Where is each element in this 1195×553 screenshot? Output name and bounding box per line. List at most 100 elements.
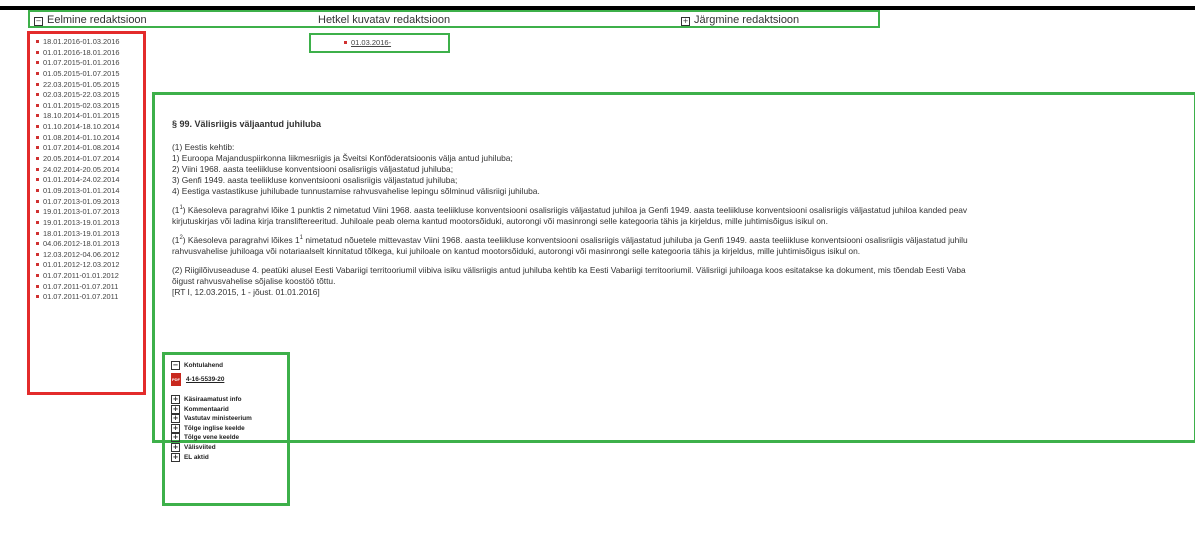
bullet-icon <box>36 93 39 97</box>
side-item-label: Vastutav ministeerium <box>184 415 252 423</box>
bullet-icon <box>36 61 39 65</box>
version-link[interactable]: 01.01.2015-02.03.2015 <box>43 101 119 110</box>
bullet-icon <box>36 103 39 107</box>
version-link[interactable]: 18.01.2013-19.01.2013 <box>43 229 119 238</box>
next-version-label: Järgmine redaktsioon <box>694 14 800 26</box>
version-item[interactable]: 19.01.2013-19.01.2013 <box>36 218 143 229</box>
version-link[interactable]: 01.01.2012-12.03.2012 <box>43 260 119 269</box>
version-navigation: − Eelmine redaktsioon Hetkel kuvatav reda… <box>28 10 880 28</box>
kohtulahend-toggle[interactable]: − Kohtulahend <box>171 361 287 370</box>
version-link[interactable]: 01.01.2014-24.02.2014 <box>43 175 119 184</box>
version-item[interactable]: 20.05.2014-01.07.2014 <box>36 154 143 165</box>
version-link[interactable]: 01.07.2011-01.01.2012 <box>43 271 119 280</box>
paragraph-1-intro: (1) Eestis kehtib: <box>172 142 235 152</box>
side-item[interactable]: + Tõlge vene keelde <box>171 433 287 443</box>
version-item[interactable]: 19.01.2013-01.07.2013 <box>36 207 143 218</box>
version-link[interactable]: 20.05.2014-01.07.2014 <box>43 154 119 163</box>
version-link[interactable]: 18.10.2014-01.01.2015 <box>43 111 119 120</box>
expand-icon: + <box>171 414 180 424</box>
version-link[interactable]: 19.01.2013-01.07.2013 <box>43 207 119 216</box>
version-item[interactable]: 02.03.2015-22.03.2015 <box>36 90 143 101</box>
version-link[interactable]: 01.05.2015-01.07.2015 <box>43 69 119 78</box>
side-item-label: Tõlge inglise keelde <box>184 424 245 432</box>
version-item[interactable]: 12.03.2012-04.06.2012 <box>36 250 143 261</box>
version-link[interactable]: 19.01.2013-19.01.2013 <box>43 218 119 227</box>
paragraph-2-text: õigust rahvusvahelise sõjalise koostöö t… <box>172 276 336 286</box>
bullet-icon <box>36 188 39 192</box>
version-link[interactable]: 12.03.2012-04.06.2012 <box>43 250 119 259</box>
bullet-icon <box>36 210 39 214</box>
version-link[interactable]: 01.09.2013-01.01.2014 <box>43 186 119 195</box>
version-item[interactable]: 01.08.2014-01.10.2014 <box>36 133 143 144</box>
version-link[interactable]: 01.07.2011-01.07.2011 <box>43 292 118 301</box>
version-item[interactable]: 01.07.2013-01.09.2013 <box>36 197 143 208</box>
amendment-reference: [RT I, 12.03.2015, 1 - jõust. 01.01.2016… <box>172 287 320 297</box>
version-link[interactable]: 04.06.2012-18.01.2013 <box>43 239 119 248</box>
version-item[interactable]: 24.02.2014-20.05.2014 <box>36 165 143 176</box>
version-link[interactable]: 01.01.2016-18.01.2016 <box>43 48 119 57</box>
bullet-icon <box>36 199 39 203</box>
version-link[interactable]: 01.07.2014-01.08.2014 <box>43 143 119 152</box>
version-item[interactable]: 01.01.2014-24.02.2014 <box>36 175 143 186</box>
version-item[interactable]: 18.10.2014-01.01.2015 <box>36 111 143 122</box>
main-content: § 99. Välisriigis väljaantud juhiluba (1… <box>152 92 1195 443</box>
expand-icon: + <box>681 17 690 26</box>
bullet-icon <box>36 50 39 54</box>
bullet-icon <box>36 178 39 182</box>
version-item[interactable]: 01.07.2014-01.08.2014 <box>36 143 143 154</box>
version-item[interactable]: 22.03.2015-01.05.2015 <box>36 80 143 91</box>
next-version-button[interactable]: + Järgmine redaktsioon <box>681 14 799 26</box>
version-link[interactable]: 01.07.2011-01.07.2011 <box>43 282 118 291</box>
version-link[interactable]: 02.03.2015-22.03.2015 <box>43 90 119 99</box>
previous-version-button[interactable]: − Eelmine redaktsioon <box>34 14 147 26</box>
version-item[interactable]: 01.10.2014-18.10.2014 <box>36 122 143 133</box>
bullet-icon <box>36 252 39 256</box>
version-link[interactable]: 01.07.2015-01.01.2016 <box>43 58 119 67</box>
collapse-icon: − <box>171 361 180 370</box>
current-version-box: 01.03.2016- <box>309 33 450 53</box>
side-item[interactable]: + Vastutav ministeerium <box>171 414 287 424</box>
version-item[interactable]: 01.01.2015-02.03.2015 <box>36 101 143 112</box>
version-link[interactable]: 22.03.2015-01.05.2015 <box>43 80 119 89</box>
version-item[interactable]: 04.06.2012-18.01.2013 <box>36 239 143 250</box>
side-item-label: Käsiraamatust info <box>184 396 242 403</box>
bullet-icon <box>344 41 347 44</box>
version-item[interactable]: 01.05.2015-01.07.2015 <box>36 69 143 80</box>
version-link[interactable]: 18.01.2016-01.03.2016 <box>43 37 119 46</box>
bullet-icon <box>36 125 39 129</box>
version-item[interactable]: 01.09.2013-01.01.2014 <box>36 186 143 197</box>
side-item[interactable]: + EL aktid <box>171 452 287 463</box>
bullet-icon <box>36 295 39 299</box>
bullet-icon <box>36 167 39 171</box>
bullet-icon <box>36 284 39 288</box>
version-item[interactable]: 01.07.2011-01.07.2011 <box>36 282 143 293</box>
version-item[interactable]: 18.01.2016-01.03.2016 <box>36 37 143 48</box>
version-link[interactable]: 01.07.2013-01.09.2013 <box>43 197 119 206</box>
bullet-icon <box>36 40 39 43</box>
kohtulahend-label: Kohtulahend <box>184 362 224 369</box>
version-item[interactable]: 01.07.2011-01.01.2012 <box>36 271 143 282</box>
bullet-icon <box>36 263 39 267</box>
side-item-label: Kommentaarid <box>184 405 229 413</box>
version-item[interactable]: 01.07.2011-01.07.2011 <box>36 292 143 303</box>
version-item[interactable]: 01.07.2015-01.01.2016 <box>36 58 143 69</box>
side-item[interactable]: + Käsiraamatust info <box>171 395 287 405</box>
paragraph-1-1-text: kirjutuskirjas või ladina kirja translif… <box>172 216 828 226</box>
side-item[interactable]: + Välisviited <box>171 442 287 453</box>
version-item[interactable]: 01.01.2012-12.03.2012 <box>36 260 143 271</box>
paragraph-1-2-text: ) Käesoleva paragrahvi lõikes 1 <box>182 235 300 245</box>
current-version-link[interactable]: 01.03.2016- <box>351 38 391 47</box>
version-item[interactable]: 18.01.2013-19.01.2013 <box>36 229 143 240</box>
side-item[interactable]: + Tõlge inglise keelde <box>171 423 287 434</box>
bullet-icon <box>36 146 39 150</box>
version-link[interactable]: 01.08.2014-01.10.2014 <box>43 133 119 142</box>
court-decision-link[interactable]: 4-16-5539-20 <box>186 376 224 383</box>
version-link[interactable]: 24.02.2014-20.05.2014 <box>43 165 119 174</box>
previous-versions-list: 18.01.2016-01.03.2016 01.01.2016-18.01.20… <box>27 31 146 395</box>
paragraph-1-2-text: rahvusvahelise juhiloaga või notariaalse… <box>172 246 861 256</box>
expand-icon: + <box>171 404 180 414</box>
version-item[interactable]: 01.01.2016-18.01.2016 <box>36 48 143 59</box>
expand-icon: + <box>171 433 180 443</box>
side-item[interactable]: + Kommentaarid <box>171 404 287 415</box>
version-link[interactable]: 01.10.2014-18.10.2014 <box>43 122 119 131</box>
